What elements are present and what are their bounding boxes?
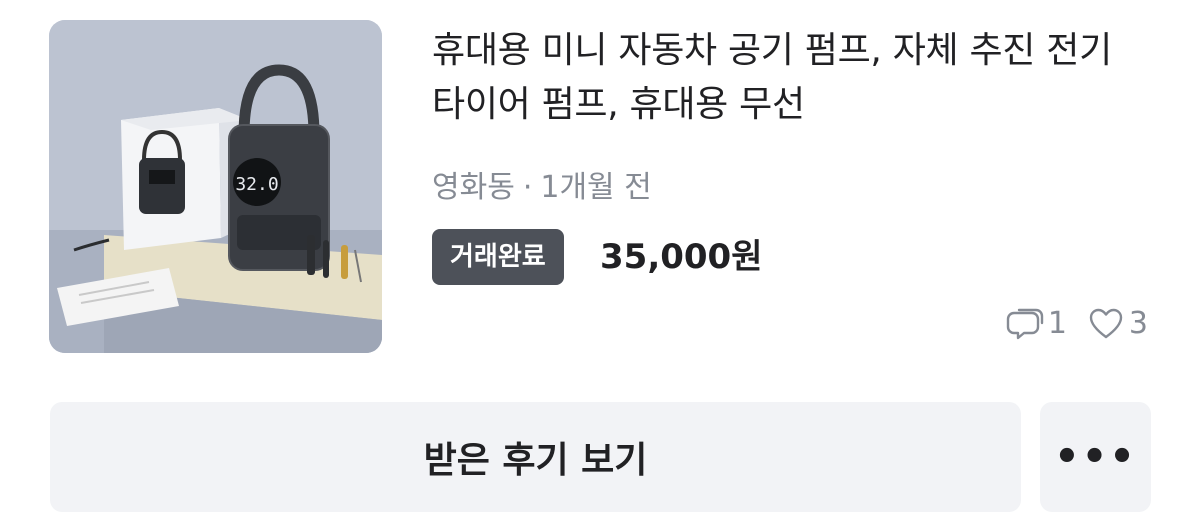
meta-separator: · [522,170,533,205]
chat-bubble-icon [1006,305,1044,343]
item-title[interactable]: 휴대용 미니 자동차 공기 펌프, 자체 추진 전기 타이어 펌프, 휴대용 무… [432,24,1152,132]
view-reviews-button[interactable]: 받은 후기 보기 [50,402,1021,512]
chat-count: 1 [1047,306,1067,341]
time-ago-text: 1개월 전 [540,170,652,205]
more-options-button[interactable]: ••• [1040,402,1151,512]
pump-display-text: 32.0 [235,174,278,195]
location-text: 영화동 [432,170,515,205]
product-image: 32.0 [49,20,382,353]
like-count: 3 [1128,306,1148,341]
status-badge: 거래완료 [432,229,564,285]
price-text: 35,000원 [600,237,763,277]
heart-icon [1087,305,1125,343]
item-stats: 1 3 [1006,302,1148,346]
item-meta: 영화동 · 1개월 전 [432,166,652,210]
product-thumbnail[interactable]: 32.0 [49,20,382,353]
